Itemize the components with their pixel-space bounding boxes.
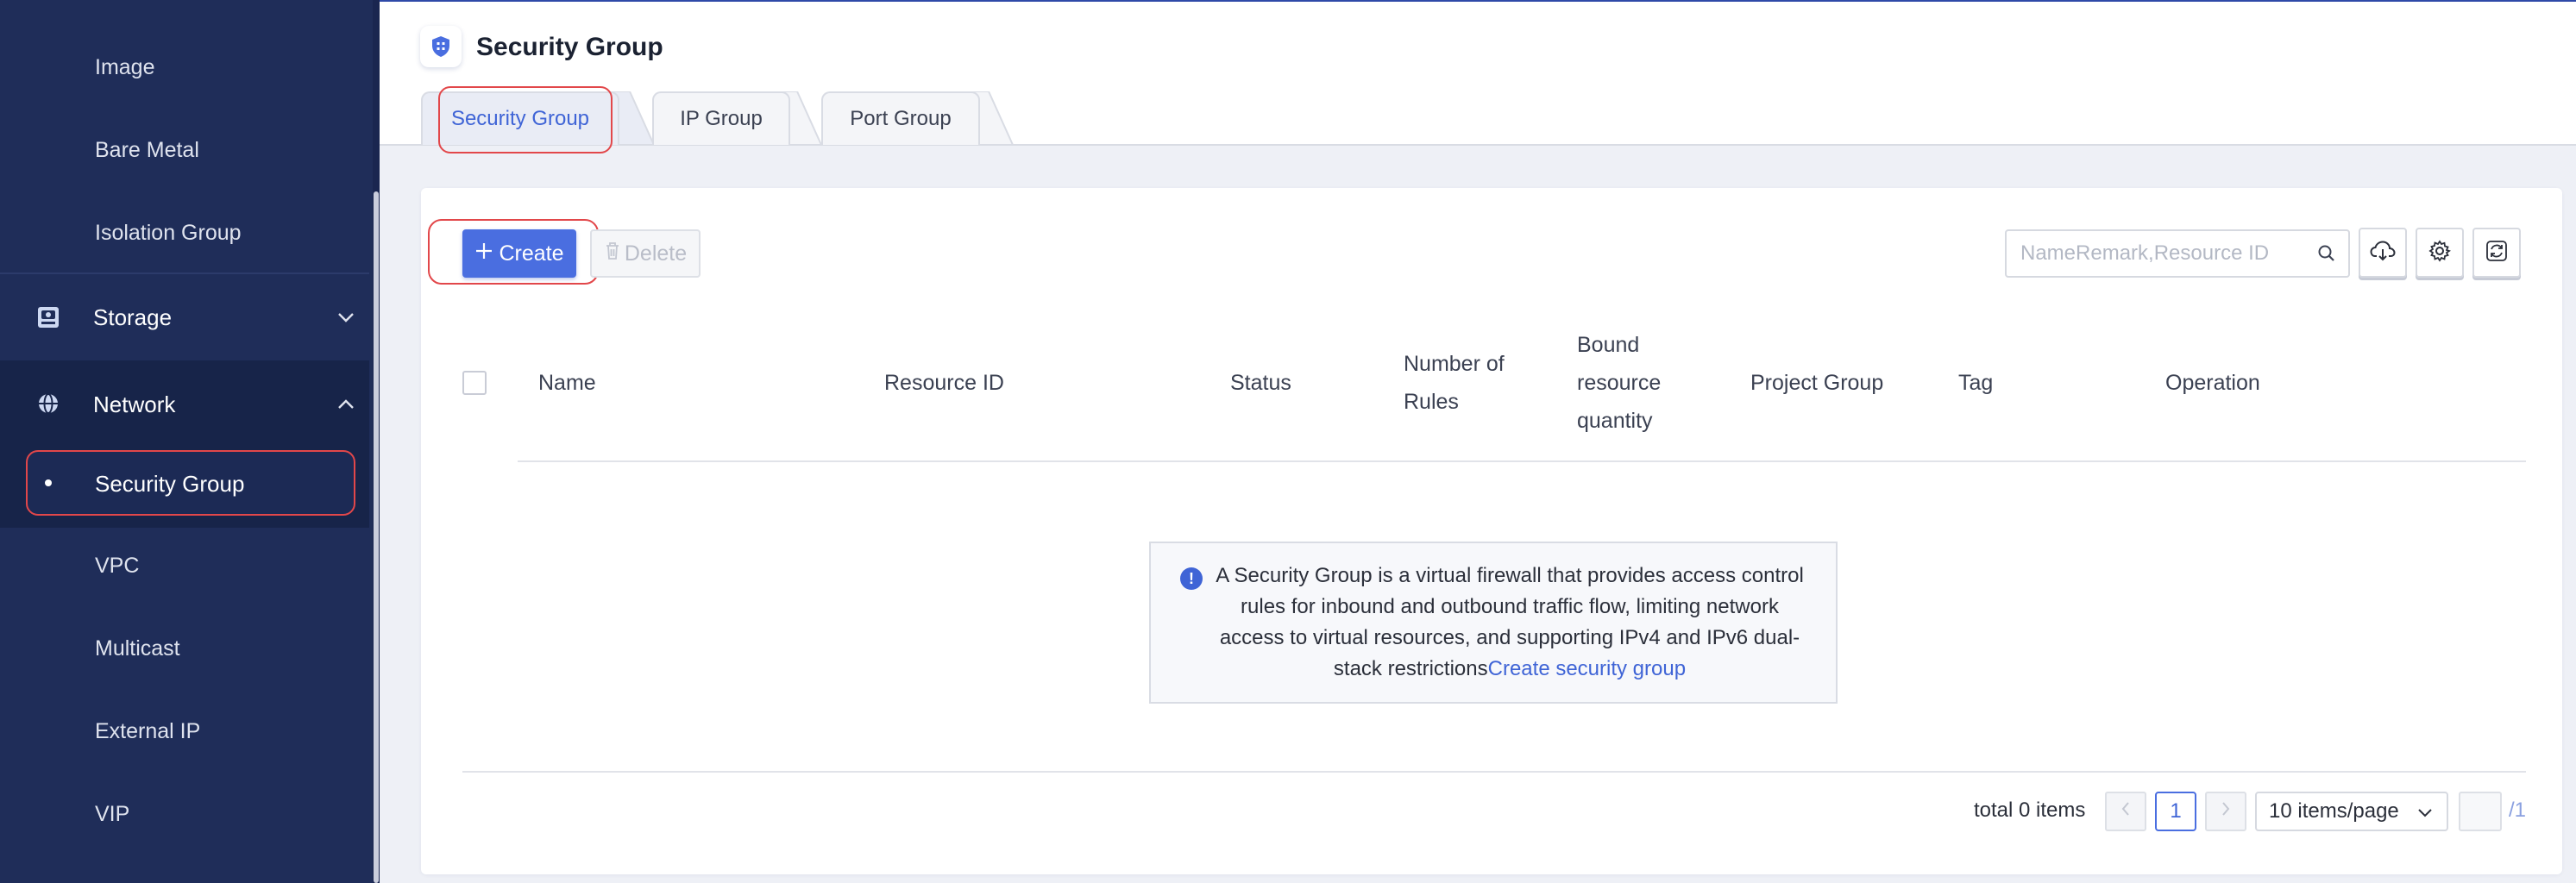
storage-icon xyxy=(36,305,60,329)
column-header-number-of-rules: Number of Rules xyxy=(1404,345,1505,421)
sidebar: Image Bare Metal Isolation Group Storage… xyxy=(0,0,380,883)
next-page-button[interactable] xyxy=(2205,792,2246,831)
create-security-group-link[interactable]: Create security group xyxy=(1488,657,1686,680)
sidebar-scrollbar[interactable] xyxy=(374,191,379,883)
column-header-resource-id: Resource ID xyxy=(884,371,1004,395)
sidebar-item-isolation-group[interactable]: Isolation Group xyxy=(95,221,242,246)
column-header-line: Number of xyxy=(1404,352,1505,376)
sidebar-item-vip[interactable]: VIP xyxy=(95,802,129,827)
search-icon[interactable] xyxy=(2317,244,2336,267)
sidebar-group-label: Storage xyxy=(93,304,173,330)
delete-button-label: Delete xyxy=(624,241,688,266)
sidebar-item-label: Security Group xyxy=(95,471,245,497)
download-button[interactable] xyxy=(2359,228,2407,278)
plus-icon xyxy=(474,241,493,266)
info-icon: ! xyxy=(1180,567,1203,590)
page-number-current[interactable]: 1 xyxy=(2155,792,2196,831)
table-header-divider xyxy=(518,460,2526,462)
column-header-operation: Operation xyxy=(2165,371,2260,395)
column-header-line: resource xyxy=(1577,371,1662,395)
column-header-project-group: Project Group xyxy=(1750,371,1884,395)
sidebar-item-external-ip[interactable]: External IP xyxy=(95,719,200,744)
refresh-button[interactable] xyxy=(2472,228,2521,278)
page-title: Security Group xyxy=(476,33,663,61)
sidebar-divider xyxy=(0,272,369,274)
table-bottom-divider xyxy=(462,771,2526,773)
chevron-down-icon xyxy=(335,306,357,329)
tab-port-group[interactable]: Port Group xyxy=(821,91,980,145)
empty-state-message: A Security Group is a virtual firewall t… xyxy=(1208,560,1812,685)
gear-icon xyxy=(2428,239,2452,266)
tab-highlight-outline xyxy=(438,86,613,153)
pagination-total: total 0 items xyxy=(1974,798,2086,822)
sidebar-group-storage[interactable]: Storage xyxy=(0,276,369,359)
trash-icon xyxy=(604,241,621,266)
column-header-name: Name xyxy=(538,371,596,395)
page-jump-input[interactable] xyxy=(2459,792,2502,831)
search-input[interactable] xyxy=(2020,238,2305,269)
create-button-label: Create xyxy=(499,241,564,266)
prev-page-button[interactable] xyxy=(2105,792,2146,831)
cloud-download-icon xyxy=(2370,240,2396,266)
globe-icon xyxy=(36,391,60,416)
column-header-line: Rules xyxy=(1404,390,1459,414)
column-header-line: Bound xyxy=(1577,333,1640,357)
active-indicator xyxy=(45,479,52,486)
pagination-total-pages: /1 xyxy=(2509,798,2527,822)
chevron-right-icon xyxy=(2220,800,2232,823)
sidebar-group-label: Network xyxy=(93,391,176,417)
chevron-left-icon xyxy=(2120,800,2132,823)
tab-ip-group[interactable]: IP Group xyxy=(652,91,790,145)
create-button[interactable]: Create xyxy=(462,229,576,278)
chevron-down-icon xyxy=(2416,803,2435,828)
column-header-line: quantity xyxy=(1577,409,1653,433)
sidebar-item-vpc[interactable]: VPC xyxy=(95,554,139,579)
shield-icon xyxy=(420,26,462,67)
chevron-up-icon xyxy=(335,393,357,416)
column-header-tag: Tag xyxy=(1958,371,1994,395)
select-all-checkbox[interactable] xyxy=(462,371,487,395)
sidebar-item-bare-metal[interactable]: Bare Metal xyxy=(95,138,199,163)
page-size-value: 10 items/page xyxy=(2269,799,2399,823)
sidebar-item-multicast[interactable]: Multicast xyxy=(95,636,180,661)
refresh-icon xyxy=(2485,240,2508,266)
search-box xyxy=(2005,229,2350,278)
column-header-bound-resource-quantity: Bound resource quantity xyxy=(1577,326,1661,440)
page-size-select[interactable]: 10 items/page xyxy=(2255,792,2448,831)
settings-button[interactable] xyxy=(2416,228,2464,278)
delete-button[interactable]: Delete xyxy=(590,229,701,278)
column-header-status: Status xyxy=(1230,371,1291,395)
sidebar-item-image[interactable]: Image xyxy=(95,55,154,80)
